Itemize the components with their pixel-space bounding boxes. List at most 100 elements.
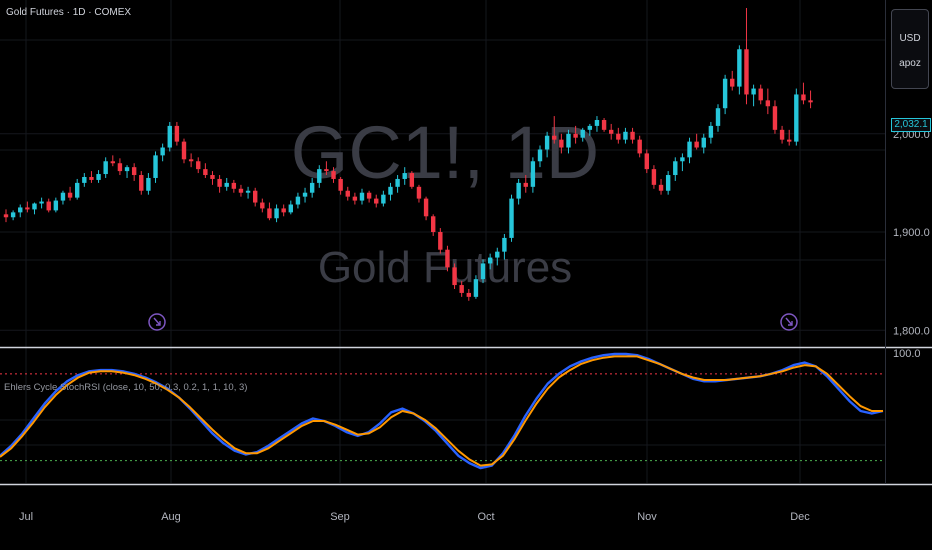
candle-body-99 <box>708 125 714 138</box>
candle-body-40 <box>288 204 293 213</box>
candle-body-65 <box>466 292 471 297</box>
candle-body-87 <box>623 131 628 140</box>
time-tick-label-0: Jul <box>19 511 33 523</box>
candle-body-88 <box>630 131 635 140</box>
candle-body-107 <box>765 100 771 107</box>
candle-body-84 <box>601 120 607 130</box>
indicator-line-0 <box>0 352 884 470</box>
event-arrow-1 <box>785 317 793 326</box>
candle-body-76 <box>544 135 550 150</box>
price-tick-label-1: 1,900.0 <box>893 227 930 239</box>
candle-body-108 <box>772 106 778 130</box>
candle-body-25 <box>181 141 187 160</box>
currency-unit-button[interactable]: USD apoz <box>891 9 929 89</box>
candle-body-89 <box>637 139 642 154</box>
candle-body-4 <box>32 203 37 210</box>
candle-body-86 <box>616 133 621 140</box>
candle-body-62 <box>445 249 450 268</box>
candle-body-72 <box>516 182 521 199</box>
candle-body-112 <box>801 94 806 101</box>
candle-body-82 <box>587 125 593 130</box>
candle-body-66 <box>473 279 479 297</box>
candle-body-90 <box>644 153 649 170</box>
symbol-title[interactable]: Gold Futures · 1D · COMEX <box>6 7 131 18</box>
candle-body-31 <box>224 182 229 187</box>
candle-body-12 <box>89 176 94 180</box>
candle-body-33 <box>238 188 244 193</box>
price-tick-label-2: 1,800.0 <box>893 325 930 337</box>
time-tick-label-5: Dec <box>790 511 810 523</box>
candle-body-85 <box>609 129 614 134</box>
last-price-tag: 2,032.1 <box>891 118 931 132</box>
candle-body-100 <box>715 108 721 126</box>
candle-body-0 <box>3 214 9 218</box>
candle-body-13 <box>96 174 101 180</box>
candle-body-47 <box>338 178 343 191</box>
candle-body-97 <box>694 141 699 148</box>
candle-body-95 <box>680 157 685 162</box>
indicator-label[interactable]: Ehlers Cycle StochRSI (close, 10, 50, 0.… <box>4 382 247 393</box>
candle-body-48 <box>345 190 350 197</box>
candle-body-104 <box>744 49 749 95</box>
candle-body-96 <box>687 141 692 158</box>
candle-body-29 <box>210 175 215 179</box>
candle-body-23 <box>167 125 172 148</box>
event-arrow-0 <box>153 317 161 326</box>
candle-body-39 <box>281 208 286 213</box>
candle-body-18 <box>131 167 137 176</box>
candle-body-10 <box>75 182 80 198</box>
time-tick-label-3: Oct <box>477 511 494 523</box>
candle-body-77 <box>552 135 557 140</box>
candle-body-6 <box>46 201 51 211</box>
candle-body-111 <box>794 94 799 142</box>
candle-body-61 <box>438 232 443 250</box>
chart-root: GC1!, 1D Gold Futures 2,000.0 1,900.0 1,80… <box>0 0 932 550</box>
candle-body-24 <box>174 125 180 142</box>
candle-body-58 <box>416 186 422 199</box>
candle-body-67 <box>480 263 486 280</box>
candle-body-38 <box>274 208 279 219</box>
watermark-name: Gold Futures <box>318 243 572 292</box>
candle-body-51 <box>366 192 372 199</box>
candle-body-22 <box>160 147 165 156</box>
time-tick-label-2: Sep <box>330 511 350 523</box>
candle-body-49 <box>352 196 358 201</box>
indicator-pane <box>0 352 885 470</box>
candle-body-1 <box>10 212 16 218</box>
candle-body-3 <box>25 207 30 210</box>
candle-body-64 <box>459 285 464 293</box>
candle-body-83 <box>594 120 600 126</box>
candle-body-52 <box>374 198 379 204</box>
candle-body-27 <box>196 161 201 170</box>
candle-body-15 <box>110 161 115 164</box>
candle-body-26 <box>188 159 194 162</box>
chart-canvas[interactable]: GC1!, 1D Gold Futures 2,000.01,900.01,80… <box>0 0 932 550</box>
candle-body-60 <box>431 216 436 233</box>
candle-body-46 <box>331 171 336 179</box>
candle-body-105 <box>751 88 756 95</box>
candle-body-43 <box>309 182 315 193</box>
candle-body-7 <box>53 200 59 211</box>
candle-body-69 <box>495 251 500 258</box>
candle-body-98 <box>701 137 706 148</box>
candle-body-37 <box>267 208 272 219</box>
candle-body-9 <box>67 192 73 198</box>
candle-body-106 <box>758 88 763 101</box>
candle-body-71 <box>509 198 514 238</box>
candle-body-109 <box>779 129 785 140</box>
candle-body-11 <box>82 176 87 183</box>
candle-body-81 <box>580 129 585 138</box>
candle-body-36 <box>260 202 265 209</box>
candle-body-45 <box>324 169 329 172</box>
candle-body-63 <box>452 267 457 286</box>
candle-body-101 <box>722 78 728 109</box>
candle-body-5 <box>39 201 44 204</box>
candle-body-17 <box>124 167 130 172</box>
candle-body-55 <box>395 178 400 187</box>
candle-body-68 <box>487 257 493 264</box>
candle-body-34 <box>245 190 251 193</box>
candle-body-70 <box>502 237 507 252</box>
candle-body-35 <box>253 190 258 203</box>
candle-body-103 <box>737 49 742 87</box>
candle-body-21 <box>153 155 158 178</box>
